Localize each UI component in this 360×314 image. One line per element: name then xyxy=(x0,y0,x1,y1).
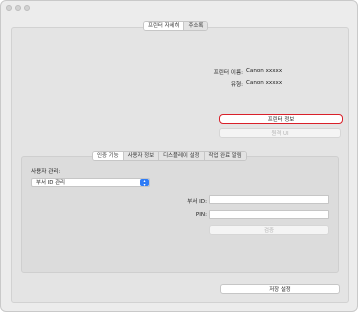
save-settings-button[interactable]: 저장 설정 xyxy=(220,284,340,294)
tab-user-info[interactable]: 사용자 정보 xyxy=(122,152,159,160)
printer-info-button[interactable]: 프린터 정보 xyxy=(219,114,343,124)
tab-job-completion[interactable]: 작업 완료 알림 xyxy=(203,152,246,160)
tab-address-book[interactable]: 주소록 xyxy=(183,22,208,30)
stepper-arrows-icon: ▴ ▾ xyxy=(140,179,149,186)
verify-button[interactable]: 검증 xyxy=(209,225,329,235)
pin-label: PIN: xyxy=(195,212,207,218)
main-tab-bar: 프린터 자세히 주소록 xyxy=(143,21,209,31)
printer-name-label: 프린터 이름: xyxy=(213,70,243,76)
user-management-selected: 부서 ID 관리 xyxy=(36,180,66,186)
pin-field[interactable] xyxy=(209,210,329,219)
tab-authentication[interactable]: 인증 기능 xyxy=(93,152,123,160)
dialog-window: 프린터 자세히 주소록 프린터 이름: Canon xxxxx 유형: Cano… xyxy=(0,0,358,312)
user-management-select[interactable]: 부서 ID 관리 ▴ ▾ xyxy=(31,178,150,187)
close-window-button[interactable] xyxy=(6,5,12,11)
zoom-window-button[interactable] xyxy=(24,5,30,11)
remote-ui-button[interactable]: 원격 UI xyxy=(219,128,341,138)
printer-type-label: 유형: xyxy=(230,82,243,88)
tab-display-settings[interactable]: 디스플레이 설정 xyxy=(158,152,204,160)
user-management-label: 사용자 관리: xyxy=(31,169,61,175)
settings-tab-bar: 인증 기능 사용자 정보 디스플레이 설정 작업 완료 알림 xyxy=(92,151,247,161)
printer-type-value: Canon xxxxx xyxy=(246,80,283,86)
title-bar xyxy=(1,1,357,15)
minimize-window-button[interactable] xyxy=(15,5,21,11)
dept-id-field[interactable] xyxy=(209,195,329,204)
tab-printer-details[interactable]: 프린터 자세히 xyxy=(144,22,184,30)
dept-id-label: 부서 ID: xyxy=(187,199,207,205)
printer-name-value: Canon xxxxx xyxy=(246,68,283,74)
